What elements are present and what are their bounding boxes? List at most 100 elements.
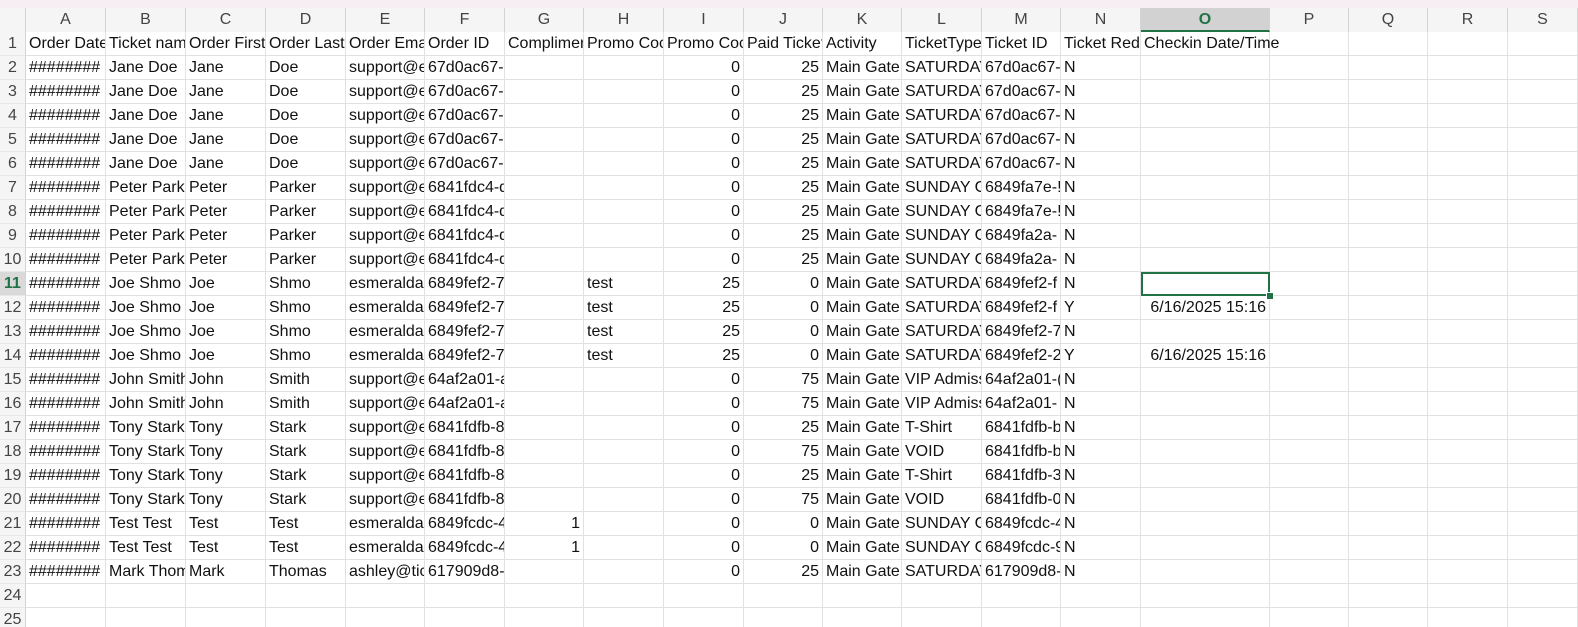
cell-p14[interactable] <box>1270 344 1349 368</box>
row-header-8[interactable]: 8 <box>0 200 26 224</box>
cell-l25[interactable] <box>902 608 982 627</box>
cell-o6[interactable] <box>1141 152 1270 176</box>
cell-o11[interactable] <box>1141 272 1270 296</box>
cell-k16[interactable]: Main Gate <box>823 392 902 416</box>
cell-q2[interactable] <box>1349 56 1428 80</box>
cell-f17[interactable]: 6841fdfb-812c-448f-8028-260c0 <box>425 416 505 440</box>
cell-e5[interactable]: support@e <box>346 128 425 152</box>
cell-h1[interactable]: Promo Coc <box>584 32 664 56</box>
cell-l16[interactable]: VIP Admiss <box>902 392 982 416</box>
cell-a15[interactable]: ######## <box>26 368 106 392</box>
cell-j20[interactable]: 75 <box>744 488 823 512</box>
cell-o16[interactable] <box>1141 392 1270 416</box>
cell-f10[interactable]: 6841fdc4-d944-432f-beae-223a( <box>425 248 505 272</box>
cell-f12[interactable]: 6849fef2-7df0-46cf-b <box>425 296 505 320</box>
cell-g13[interactable] <box>505 320 584 344</box>
cell-s8[interactable] <box>1508 200 1578 224</box>
fill-handle[interactable] <box>1266 292 1274 300</box>
cell-e6[interactable]: support@e <box>346 152 425 176</box>
cell-j19[interactable]: 25 <box>744 464 823 488</box>
cell-k19[interactable]: Main Gate <box>823 464 902 488</box>
cell-d20[interactable]: Stark <box>266 488 346 512</box>
cell-g19[interactable] <box>505 464 584 488</box>
row-header-13[interactable]: 13 <box>0 320 26 344</box>
cell-m21[interactable]: 6849fcdc-4 <box>982 512 1061 536</box>
cell-k3[interactable]: Main Gate <box>823 80 902 104</box>
cell-c20[interactable]: Tony <box>186 488 266 512</box>
row-header-6[interactable]: 6 <box>0 152 26 176</box>
cell-q16[interactable] <box>1349 392 1428 416</box>
cell-j8[interactable]: 25 <box>744 200 823 224</box>
cell-j6[interactable]: 25 <box>744 152 823 176</box>
cell-c4[interactable]: Jane <box>186 104 266 128</box>
cell-q12[interactable] <box>1349 296 1428 320</box>
cell-m16[interactable]: 64af2a01- <box>982 392 1061 416</box>
cell-o17[interactable] <box>1141 416 1270 440</box>
cell-h2[interactable] <box>584 56 664 80</box>
cell-r11[interactable] <box>1428 272 1508 296</box>
cell-s2[interactable] <box>1508 56 1578 80</box>
cell-m11[interactable]: 6849fef2-f <box>982 272 1061 296</box>
cell-j5[interactable]: 25 <box>744 128 823 152</box>
cell-p19[interactable] <box>1270 464 1349 488</box>
cell-n6[interactable]: N <box>1061 152 1141 176</box>
cell-i6[interactable]: 0 <box>664 152 744 176</box>
cell-m8[interactable]: 6849fa7e-! <box>982 200 1061 224</box>
cell-r18[interactable] <box>1428 440 1508 464</box>
cell-f3[interactable]: 67d0ac67-9ee8-48c3-9de7-0014 <box>425 80 505 104</box>
cell-c5[interactable]: Jane <box>186 128 266 152</box>
cell-m18[interactable]: 6841fdfb-b <box>982 440 1061 464</box>
cell-c18[interactable]: Tony <box>186 440 266 464</box>
cell-s4[interactable] <box>1508 104 1578 128</box>
spreadsheet-grid[interactable]: ABCDEFGHIJKLMNOPQRS 1 Order Date Ticket na… <box>0 8 1578 627</box>
cell-q1[interactable] <box>1349 32 1428 56</box>
row-header-1[interactable]: 1 <box>0 32 26 56</box>
cell-h24[interactable] <box>584 584 664 608</box>
cell-p8[interactable] <box>1270 200 1349 224</box>
cell-n17[interactable]: N <box>1061 416 1141 440</box>
cell-p9[interactable] <box>1270 224 1349 248</box>
cell-b19[interactable]: Tony Stark <box>106 464 186 488</box>
row-header-18[interactable]: 18 <box>0 440 26 464</box>
cell-j24[interactable] <box>744 584 823 608</box>
cell-p10[interactable] <box>1270 248 1349 272</box>
cell-n2[interactable]: N <box>1061 56 1141 80</box>
cell-b15[interactable]: John Smith <box>106 368 186 392</box>
cell-j11[interactable]: 0 <box>744 272 823 296</box>
cell-g9[interactable] <box>505 224 584 248</box>
cell-s19[interactable] <box>1508 464 1578 488</box>
cell-e14[interactable]: esmeralda <box>346 344 425 368</box>
cell-j4[interactable]: 25 <box>744 104 823 128</box>
cell-q18[interactable] <box>1349 440 1428 464</box>
cell-n16[interactable]: N <box>1061 392 1141 416</box>
cell-k2[interactable]: Main Gate <box>823 56 902 80</box>
cell-q20[interactable] <box>1349 488 1428 512</box>
row-header-19[interactable]: 19 <box>0 464 26 488</box>
cell-q3[interactable] <box>1349 80 1428 104</box>
cell-l4[interactable]: SATURDAY <box>902 104 982 128</box>
cell-p1[interactable] <box>1270 32 1349 56</box>
cell-m25[interactable] <box>982 608 1061 627</box>
cell-q15[interactable] <box>1349 368 1428 392</box>
cell-g20[interactable] <box>505 488 584 512</box>
cell-i1[interactable]: Promo Coc <box>664 32 744 56</box>
cell-b11[interactable]: Joe Shmo <box>106 272 186 296</box>
cell-s16[interactable] <box>1508 392 1578 416</box>
cell-j10[interactable]: 25 <box>744 248 823 272</box>
cell-n19[interactable]: N <box>1061 464 1141 488</box>
cell-m17[interactable]: 6841fdfb-b <box>982 416 1061 440</box>
cell-e4[interactable]: support@e <box>346 104 425 128</box>
cell-r19[interactable] <box>1428 464 1508 488</box>
cell-l2[interactable]: SATURDAY <box>902 56 982 80</box>
cell-e24[interactable] <box>346 584 425 608</box>
cell-c14[interactable]: Joe <box>186 344 266 368</box>
cell-p24[interactable] <box>1270 584 1349 608</box>
cell-l5[interactable]: SATURDAY <box>902 128 982 152</box>
cell-a5[interactable]: ######## <box>26 128 106 152</box>
cell-j13[interactable]: 0 <box>744 320 823 344</box>
cell-p13[interactable] <box>1270 320 1349 344</box>
cell-m20[interactable]: 6841fdfb-0 <box>982 488 1061 512</box>
cell-d3[interactable]: Doe <box>266 80 346 104</box>
cell-a6[interactable]: ######## <box>26 152 106 176</box>
cell-a22[interactable]: ######## <box>26 536 106 560</box>
